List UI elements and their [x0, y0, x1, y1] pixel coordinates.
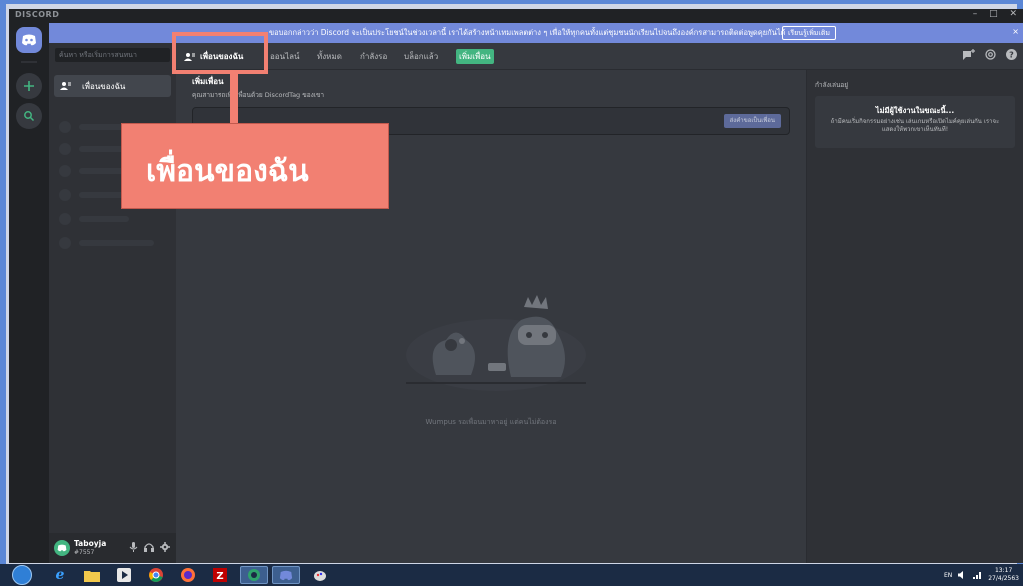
callout-connector — [230, 74, 238, 126]
user-panel: Taboyja #7557 — [49, 533, 176, 563]
highlight-box — [172, 32, 268, 74]
conversation-search-input[interactable]: ค้นหา หรือเริ่มการสนทนา — [55, 48, 170, 62]
maximize-button[interactable]: □ — [989, 9, 998, 19]
system-tray: EN 13:17 27/4/2563 — [944, 564, 1019, 586]
headphones-icon[interactable] — [144, 542, 154, 552]
active-now-card-body: ถ้ามีคนเริ่มกิจกรรมอย่างเช่น เล่นเกมหรือ… — [830, 118, 1000, 133]
clock-date: 27/4/2563 — [988, 575, 1019, 582]
tab-pending[interactable]: กำลังรอ — [360, 50, 387, 63]
server-rail — [9, 23, 49, 563]
file-explorer-icon[interactable] — [78, 566, 106, 584]
add-server-button[interactable] — [16, 73, 42, 99]
window-controls: – □ ✕ — [964, 9, 1017, 19]
new-group-dm-icon[interactable] — [963, 49, 975, 60]
user-tag: #7557 — [74, 549, 95, 556]
callout-label: เพื่อนของฉัน — [121, 123, 389, 209]
username: Taboyja — [74, 539, 107, 548]
active-now-card-title: ไม่มีผู้ใช้งานในขณะนี้... — [875, 106, 955, 115]
app-title: DISCORD — [15, 10, 60, 19]
active-now-card: ไม่มีผู้ใช้งานในขณะนี้... ถ้ามีคนเริ่มกิ… — [815, 96, 1015, 148]
learn-more-button[interactable]: เรียนรู้เพิ่มเติม — [782, 26, 836, 40]
tab-online[interactable]: ออนไลน์ — [270, 50, 299, 63]
clock[interactable]: 13:17 27/4/2563 — [988, 567, 1019, 583]
friends-tab-bar: เพื่อนของฉัน ออนไลน์ ทั้งหมด กำลังรอ บล็… — [176, 43, 1023, 70]
app-icon[interactable] — [240, 566, 268, 584]
volume-icon[interactable] — [958, 571, 967, 579]
friends-page: เพื่อนของฉัน ออนไลน์ ทั้งหมด กำลังรอ บล็… — [176, 43, 1023, 563]
plus-icon — [24, 81, 34, 91]
avatar[interactable] — [54, 540, 70, 556]
active-now-panel: กำลังเล่นอยู่ ไม่มีผู้ใช้งานในขณะนี้... … — [806, 70, 1023, 563]
add-friend-title: เพิ่มเพื่อน — [192, 77, 224, 86]
firefox-icon[interactable] — [174, 566, 202, 584]
start-button[interactable] — [12, 565, 32, 585]
notice-close-icon[interactable]: × — [1012, 27, 1019, 36]
filezilla-icon[interactable]: Z — [206, 566, 234, 584]
add-friend-description: คุณสามารถเพิ่มเพื่อนด้วย DiscordTag ของเ… — [192, 91, 325, 99]
tab-blocked[interactable]: บล็อกแล้ว — [404, 50, 438, 63]
send-friend-request-button[interactable]: ส่งคำขอเป็นเพื่อน — [723, 114, 781, 128]
discord-logo-icon — [22, 34, 36, 46]
callout-text: เพื่อนของฉัน — [146, 154, 309, 189]
explore-servers-button[interactable] — [16, 103, 42, 129]
sidebar-item-friends[interactable]: เพื่อนของฉัน — [54, 75, 171, 97]
mentions-icon[interactable] — [985, 49, 996, 60]
title-bar: DISCORD – □ ✕ — [9, 9, 1023, 23]
microphone-icon[interactable] — [129, 542, 138, 552]
chrome-icon[interactable] — [142, 566, 170, 584]
discord-taskbar-icon[interactable] — [272, 566, 300, 584]
rail-separator — [21, 61, 37, 63]
friends-icon — [60, 81, 72, 91]
language-indicator[interactable]: EN — [944, 572, 952, 579]
notice-text: ขอบอกกล่าวว่า Discord จะเป็นประโยชน์ในช่… — [269, 28, 786, 37]
help-icon[interactable]: ? — [1006, 49, 1017, 60]
wumpus-illustration — [406, 295, 586, 391]
ie-app-icon[interactable]: e — [46, 566, 74, 584]
search-icon — [24, 111, 35, 122]
user-controls — [129, 542, 170, 552]
discord-window: DISCORD – □ ✕ ขอบอกกล่าวว่า Discord จะเป… — [9, 9, 1023, 563]
tab-add-friend[interactable]: เพิ่มเพื่อน — [456, 49, 494, 64]
clock-time: 13:17 — [994, 567, 1013, 574]
media-player-icon[interactable] — [110, 566, 138, 584]
gear-icon[interactable] — [160, 542, 170, 552]
windows-taskbar: e Z EN 13:17 27/4/2563 — [0, 564, 1023, 586]
network-icon[interactable] — [973, 571, 982, 579]
empty-state-text: Wumpus รอเพื่อนมาหาอยู่ แต่คนไม่ต้องรอ — [425, 418, 557, 426]
home-button[interactable] — [16, 27, 42, 53]
tab-all[interactable]: ทั้งหมด — [317, 50, 342, 63]
top-icons: ? — [963, 49, 1017, 60]
minimize-button[interactable]: – — [973, 9, 978, 19]
close-window-button[interactable]: ✕ — [1009, 9, 1017, 19]
dm-placeholder — [59, 237, 166, 249]
svg-text:Z: Z — [216, 571, 223, 582]
sidebar-friends-label: เพื่อนของฉัน — [82, 81, 126, 91]
dm-placeholder — [59, 213, 166, 225]
svg-text:?: ? — [1009, 51, 1014, 60]
paint-icon[interactable] — [306, 566, 334, 584]
active-now-title: กำลังเล่นอยู่ — [815, 81, 849, 89]
dm-sidebar: ค้นหา หรือเริ่มการสนทนา เพื่อนของฉัน Tab… — [49, 43, 176, 563]
